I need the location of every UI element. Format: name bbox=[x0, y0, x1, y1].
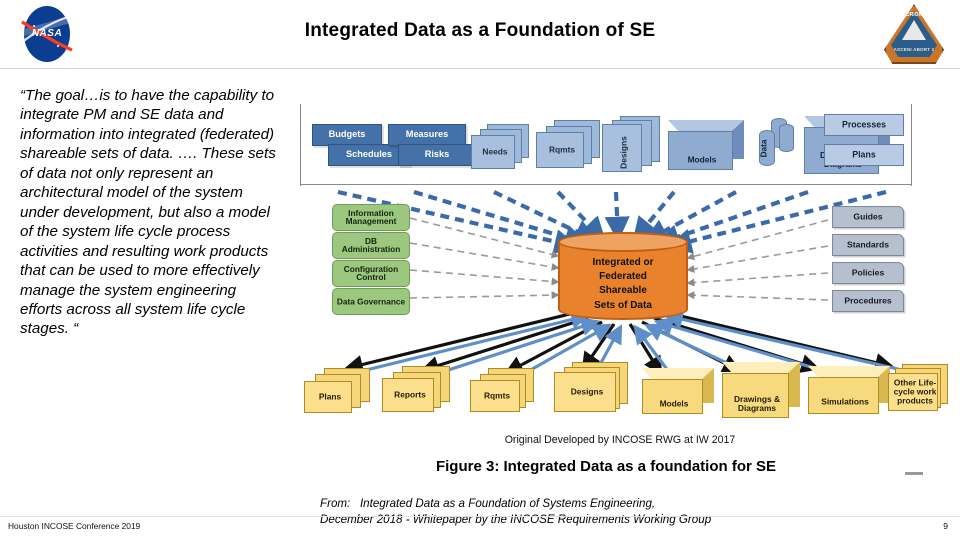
node-db-administration[interactable]: DB Administration bbox=[332, 232, 410, 259]
node-designs[interactable]: Designs bbox=[602, 116, 664, 172]
source-line2: December 2018 - Whitepaper by the INCOSE… bbox=[320, 512, 712, 526]
node-label: Procedures bbox=[844, 295, 892, 306]
header-divider bbox=[0, 68, 960, 69]
node-label: Rqmts bbox=[483, 390, 511, 401]
core-label-line1: Integrated or bbox=[592, 257, 654, 268]
figure-frame-right bbox=[911, 104, 912, 186]
core-label: Integrated or Federated Shareable Sets o… bbox=[560, 256, 686, 313]
node-label: Information Management bbox=[345, 207, 397, 227]
node-label: Configuration Control bbox=[343, 263, 399, 283]
node-reports[interactable]: Reports bbox=[382, 366, 456, 418]
node-label: Other Life-cycle work products bbox=[893, 377, 937, 406]
node-label: Plans bbox=[318, 391, 342, 402]
slide: NASA Integrated Data as a Foundation of … bbox=[0, 0, 960, 540]
source-citation: From: Integrated Data as a Foundation of… bbox=[320, 496, 880, 528]
node-label: Designs bbox=[570, 386, 604, 397]
node-guides[interactable]: Guides bbox=[832, 206, 904, 228]
page-number: 9 bbox=[943, 521, 948, 531]
node-plans-top[interactable]: Plans bbox=[824, 144, 904, 166]
node-label: Data bbox=[759, 139, 769, 158]
orion-mission-patch-icon: ORION ASCENI ABORT 2 bbox=[884, 4, 944, 64]
node-other-lifecycle-work-products[interactable]: Other Life-cycle work products bbox=[888, 364, 948, 418]
orion-patch-bottom-label: ASCENI ABORT 2 bbox=[893, 47, 935, 52]
node-integrated-federated-shareable-sets-of-data[interactable]: Integrated or Federated Shareable Sets o… bbox=[558, 232, 688, 320]
node-needs[interactable]: Needs bbox=[471, 124, 531, 170]
orion-patch-top-label: ORION bbox=[905, 12, 923, 18]
figure-origin-credit: Original Developed by INCOSE RWG at IW 2… bbox=[504, 434, 736, 446]
node-models-top[interactable]: Models bbox=[668, 120, 744, 170]
footer-divider bbox=[0, 516, 960, 517]
node-rqmts-bottom[interactable]: Rqmts bbox=[470, 368, 542, 418]
node-data-cylinders[interactable]: Data bbox=[751, 118, 795, 172]
node-label: Schedules bbox=[346, 149, 392, 160]
nasa-logo-icon: NASA bbox=[16, 4, 78, 64]
quote-text: “The goal…is to have the capability to i… bbox=[20, 87, 276, 338]
core-label-line3: Shareable bbox=[599, 285, 647, 297]
node-rqmts[interactable]: Rqmts bbox=[536, 120, 602, 170]
nasa-wordmark: NASA bbox=[31, 28, 63, 39]
node-risks[interactable]: Risks bbox=[398, 144, 476, 166]
source-line1: Integrated Data as a Foundation of Syste… bbox=[359, 497, 656, 510]
node-models-bottom[interactable]: Models bbox=[642, 368, 714, 414]
page-title: Integrated Data as a Foundation of SE bbox=[304, 20, 656, 41]
node-standards[interactable]: Standards bbox=[832, 234, 904, 256]
core-label-line2: Federated bbox=[599, 271, 647, 283]
node-data-governance[interactable]: Data Governance bbox=[332, 288, 410, 315]
node-label: Models bbox=[687, 154, 717, 165]
figure-caption: Figure 3: Integrated Data as a foundatio… bbox=[435, 458, 777, 475]
source-from-label: From: bbox=[320, 497, 351, 510]
node-label: Processes bbox=[841, 119, 887, 130]
figure-frame-left bbox=[300, 104, 301, 186]
node-label: Designs bbox=[618, 136, 629, 169]
node-label: Measures bbox=[405, 129, 449, 140]
node-processes[interactable]: Processes bbox=[824, 114, 904, 136]
node-label: Plans bbox=[852, 149, 876, 160]
node-label: Needs bbox=[482, 146, 508, 157]
node-budgets[interactable]: Budgets bbox=[312, 124, 382, 146]
node-label: DB Administration bbox=[341, 235, 401, 255]
node-designs-bottom[interactable]: Designs bbox=[554, 362, 636, 420]
node-label: Policies bbox=[851, 267, 885, 278]
node-label: Reports bbox=[394, 389, 426, 400]
figure-frame-bottom bbox=[300, 184, 912, 185]
footer-conference-label: Houston INCOSE Conference 2019 bbox=[8, 521, 141, 531]
node-information-management[interactable]: Information Management bbox=[332, 204, 410, 231]
node-configuration-control[interactable]: Configuration Control bbox=[332, 260, 410, 287]
node-simulations[interactable]: Simulations bbox=[808, 366, 890, 414]
node-label: Models bbox=[659, 398, 689, 409]
node-label: Budgets bbox=[328, 129, 366, 140]
node-label: Simulations bbox=[821, 396, 869, 407]
figure-diagram: Budgets Schedules Measures Risks Needs R… bbox=[296, 96, 948, 486]
node-label: Drawings & Diagrams bbox=[733, 393, 781, 413]
slide-header: NASA Integrated Data as a Foundation of … bbox=[0, 0, 960, 68]
node-measures[interactable]: Measures bbox=[388, 124, 466, 146]
node-procedures[interactable]: Procedures bbox=[832, 290, 904, 312]
node-plans-bottom[interactable]: Plans bbox=[304, 368, 372, 418]
cylinder-top-icon bbox=[558, 232, 688, 252]
node-label: Data Governance bbox=[336, 296, 406, 307]
node-label: Risks bbox=[424, 149, 450, 160]
core-label-line4: Sets of Data bbox=[594, 299, 652, 311]
node-label: Standards bbox=[846, 239, 890, 250]
caption-tail-mark bbox=[905, 472, 923, 475]
node-label: Rqmts bbox=[548, 144, 576, 155]
node-label: Guides bbox=[853, 211, 883, 222]
node-drawings-diagrams-bottom[interactable]: Drawings & Diagrams bbox=[722, 362, 800, 418]
node-policies[interactable]: Policies bbox=[832, 262, 904, 284]
